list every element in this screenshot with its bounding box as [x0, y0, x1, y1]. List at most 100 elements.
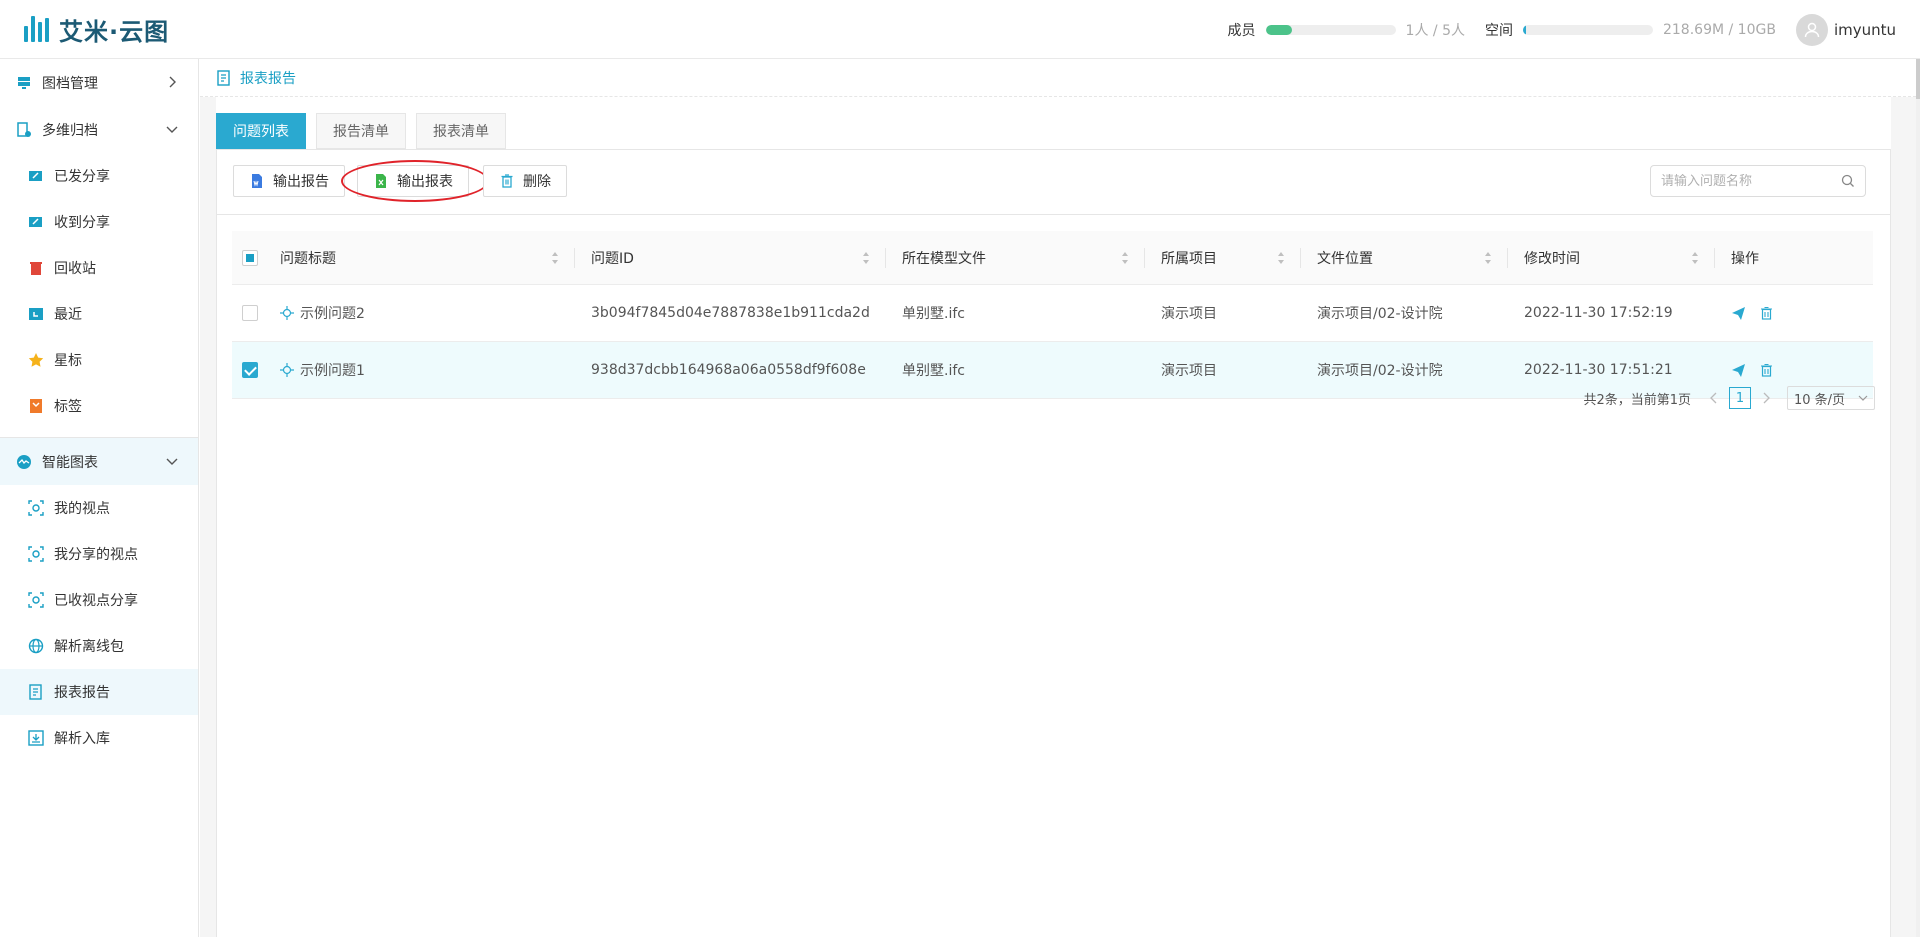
send-icon[interactable]	[1731, 306, 1746, 321]
breadcrumb-label[interactable]: 报表报告	[240, 68, 296, 88]
page-number[interactable]: 1	[1729, 387, 1751, 409]
modified-time: 2022-11-30 17:52:19	[1524, 305, 1673, 321]
word-file-icon	[252, 174, 262, 188]
sidebar-item-recycle-bin[interactable]: 回收站	[0, 245, 198, 291]
sort-icon[interactable]	[1484, 251, 1492, 265]
app-logo[interactable]: 艾米·云图	[24, 0, 169, 59]
main-area: 报表报告 问题列表 报告清单 报表清单 输出报告 输出报表 删除 请输入问题名称…	[200, 59, 1920, 937]
column-header-label: 文件位置	[1317, 250, 1373, 267]
sidebar-item-label: 解析离线包	[54, 639, 124, 655]
delete-icon[interactable]	[1760, 363, 1773, 377]
sidebar-item-label: 最近	[54, 307, 82, 323]
row-checkbox[interactable]	[242, 305, 258, 321]
sort-icon[interactable]	[551, 251, 559, 265]
viewpoint-share-icon	[28, 546, 44, 562]
issue-table: 问题标题 问题ID 所在模型文件 所属项目 文件位置 修改时间 操作 示例问题2…	[232, 231, 1873, 399]
project-name: 演示项目	[1161, 363, 1217, 379]
sidebar-item-label: 我分享的视点	[54, 547, 138, 563]
top-header: 艾米·云图 成员 1人 / 5人 空间 218.69M / 10GB imyun…	[0, 0, 1920, 59]
sidebar-item-label: 解析入库	[54, 731, 110, 747]
column-header-model[interactable]: 所在模型文件	[886, 231, 1145, 284]
delete-icon[interactable]	[1760, 306, 1773, 320]
scrollbar-thumb[interactable]	[1916, 59, 1920, 99]
sidebar-item-tags[interactable]: 标签	[0, 383, 198, 429]
issue-id: 3b094f7845d04e7887838e1b911cda2d	[591, 305, 870, 321]
issue-title: 示例问题2	[300, 306, 365, 322]
column-header-title[interactable]: 问题标题	[264, 231, 575, 284]
sidebar-item-label: 已收视点分享	[54, 593, 138, 609]
table-row[interactable]: 示例问题2 3b094f7845d04e7887838e1b911cda2d 单…	[232, 285, 1873, 342]
pagination: 共2条，当前第1页 1 10 条/页	[1583, 386, 1875, 410]
sidebar-group-label: 图档管理	[42, 75, 98, 92]
sidebar-group-smart-charts[interactable]: 智能图表	[0, 438, 198, 485]
tab-sheet-list[interactable]: 报表清单	[416, 113, 506, 149]
column-header-id[interactable]: 问题ID	[575, 231, 886, 284]
column-header-project[interactable]: 所属项目	[1145, 231, 1301, 284]
column-header-label: 问题ID	[591, 250, 634, 267]
star-icon	[28, 353, 44, 367]
sidebar-item-label: 我的视点	[54, 501, 110, 517]
column-header-modified[interactable]: 修改时间	[1508, 231, 1715, 284]
sidebar-item-offline-package[interactable]: 解析离线包	[0, 623, 198, 669]
sort-icon[interactable]	[1121, 251, 1129, 265]
select-all-checkbox[interactable]	[242, 249, 258, 266]
search-input[interactable]	[1661, 173, 1841, 189]
sidebar-item-sent-shares[interactable]: 已发分享	[0, 153, 198, 199]
export-sheet-label: 输出报表	[397, 174, 453, 190]
username[interactable]: imyuntu	[1834, 21, 1896, 39]
sidebar-item-label: 星标	[54, 353, 82, 369]
sidebar-item-recent[interactable]: 最近	[0, 291, 198, 337]
issue-title: 示例问题1	[300, 363, 365, 379]
sidebar-item-reports[interactable]: 报表报告	[0, 669, 198, 715]
sort-icon[interactable]	[1277, 251, 1285, 265]
row-checkbox[interactable]	[242, 362, 258, 378]
chevron-right-icon[interactable]	[1759, 391, 1773, 405]
archive-icon	[18, 76, 30, 89]
tab-report-list[interactable]: 报告清单	[316, 113, 406, 149]
smart-chart-icon	[17, 454, 31, 469]
scrollbar[interactable]	[1916, 59, 1920, 937]
members-value: 1人 / 5人	[1405, 22, 1465, 39]
trash-icon	[30, 262, 42, 275]
column-header-location[interactable]: 文件位置	[1301, 231, 1508, 284]
sort-icon[interactable]	[1691, 251, 1699, 265]
space-progress	[1522, 24, 1653, 35]
sidebar-item-import[interactable]: 解析入库	[0, 715, 198, 761]
chevron-left-icon[interactable]	[1707, 391, 1721, 405]
issue-title-cell[interactable]: 示例问题1	[264, 342, 575, 398]
export-report-button[interactable]: 输出报告	[233, 165, 345, 197]
send-icon[interactable]	[1731, 363, 1746, 378]
sidebar-item-label: 报表报告	[54, 685, 110, 701]
sort-icon[interactable]	[862, 251, 870, 265]
issue-id: 938d37dcbb164968a06a0558df9f608e	[591, 362, 866, 378]
clock-icon	[29, 308, 43, 320]
sidebar-group-archive[interactable]: 图档管理	[0, 59, 198, 106]
search-box	[1650, 165, 1866, 197]
trash-icon	[501, 174, 513, 188]
search-icon[interactable]	[1841, 174, 1855, 188]
export-sheet-button[interactable]: 输出报表	[357, 165, 469, 197]
sidebar-item-my-viewpoints[interactable]: 我的视点	[0, 485, 198, 531]
report-icon	[217, 69, 230, 86]
table-header: 问题标题 问题ID 所在模型文件 所属项目 文件位置 修改时间 操作	[232, 231, 1873, 285]
export-report-label: 输出报告	[273, 174, 329, 190]
pagination-summary: 共2条，当前第1页	[1583, 392, 1691, 408]
project-name: 演示项目	[1161, 306, 1217, 322]
page-size-select[interactable]: 10 条/页	[1787, 386, 1875, 410]
sidebar-item-received-viewpoints[interactable]: 已收视点分享	[0, 577, 198, 623]
report-icon	[29, 684, 42, 700]
delete-button[interactable]: 删除	[483, 165, 567, 197]
tab-issue-list[interactable]: 问题列表	[216, 113, 306, 149]
sidebar-group-multi-archive[interactable]: 多维归档	[0, 106, 198, 153]
column-header-actions: 操作	[1715, 231, 1873, 284]
members-label: 成员	[1227, 22, 1256, 39]
sidebar-item-shared-viewpoints[interactable]: 我分享的视点	[0, 531, 198, 577]
avatar[interactable]	[1795, 13, 1828, 46]
issue-title-cell[interactable]: 示例问题2	[264, 285, 575, 341]
row-checkbox-cell	[232, 285, 264, 341]
sidebar-item-received-shares[interactable]: 收到分享	[0, 199, 198, 245]
delete-label: 删除	[523, 174, 551, 190]
sidebar-item-starred[interactable]: 星标	[0, 337, 198, 383]
chevron-right-icon	[169, 76, 176, 88]
crosshair-icon	[280, 306, 294, 320]
